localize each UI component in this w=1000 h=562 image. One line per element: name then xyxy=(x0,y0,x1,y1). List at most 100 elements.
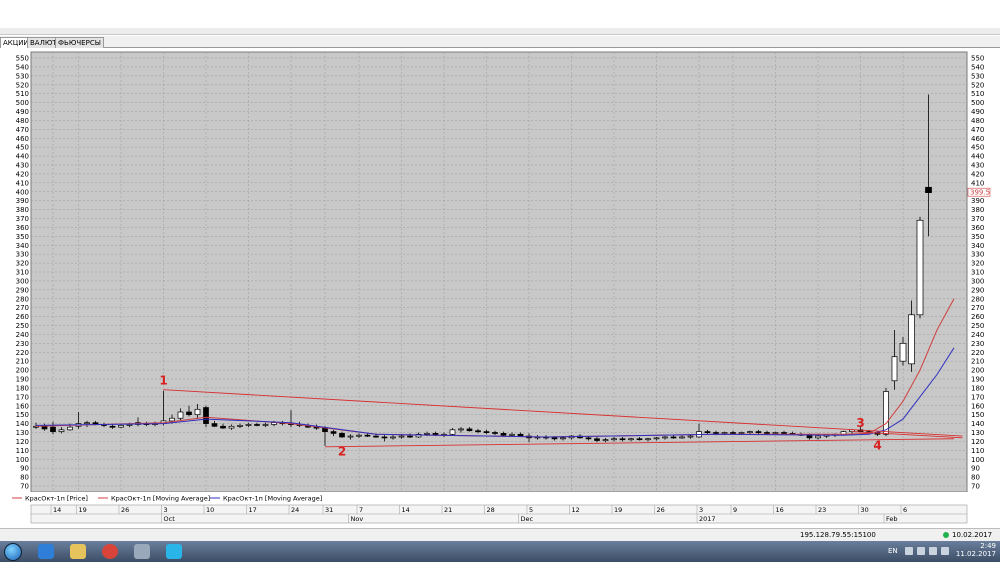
candle-body xyxy=(670,436,677,439)
x-day-label: 14 xyxy=(402,506,410,514)
tab-bar: АКЦИИ ВАЛЮТА ФЬЮЧЕРСЫ xyxy=(0,36,1000,48)
x-month-label: Nov xyxy=(351,515,364,523)
candle-body xyxy=(373,435,379,438)
candle-body xyxy=(118,425,124,428)
x-day-label: 23 xyxy=(818,506,826,514)
candle-body xyxy=(925,186,932,193)
y-tick-label: 200 xyxy=(16,367,29,375)
chrome-icon[interactable] xyxy=(102,544,118,559)
candle-body xyxy=(662,436,668,439)
tray-icon-2[interactable] xyxy=(917,547,925,555)
tray-icon-1[interactable] xyxy=(905,547,913,555)
y-tick-label: 130 xyxy=(971,429,984,437)
candlestick-chart[interactable]: 7080901001101201301401501601701801902002… xyxy=(0,48,1000,526)
x-month-label: Dec xyxy=(521,515,534,523)
y-tick-label: 140 xyxy=(16,420,29,428)
candle-body xyxy=(245,424,252,426)
candle-body xyxy=(228,425,235,429)
candle-body xyxy=(458,428,464,431)
candle-body xyxy=(330,431,337,434)
candle-body xyxy=(764,432,770,434)
app-icon[interactable] xyxy=(134,544,150,559)
y-tick-label: 130 xyxy=(16,429,29,437)
y-tick-label: 430 xyxy=(16,162,29,170)
candle-body xyxy=(721,432,728,434)
y-tick-label: 260 xyxy=(971,313,984,321)
annotation-label: 2 xyxy=(338,445,346,459)
y-tick-label: 100 xyxy=(16,456,29,464)
candle-body xyxy=(483,431,490,433)
candle-body xyxy=(585,437,592,440)
y-tick-label: 200 xyxy=(971,367,984,375)
x-day-label: 19 xyxy=(79,506,87,514)
candle-body xyxy=(755,431,762,433)
x-day-label: 10 xyxy=(206,506,214,514)
clock-time: 2:49 xyxy=(980,542,996,550)
language-indicator[interactable]: EN xyxy=(888,547,898,555)
y-tick-label: 220 xyxy=(971,349,984,357)
candle-body xyxy=(713,432,719,434)
start-button[interactable] xyxy=(4,543,22,561)
y-tick-label: 90 xyxy=(20,465,29,473)
ie-icon[interactable] xyxy=(38,544,54,559)
legend-label: КрасОкт-1п [Moving Average] xyxy=(111,495,210,503)
status-date: 10.02.2017 xyxy=(943,530,992,541)
network-icon[interactable] xyxy=(929,547,937,555)
candle-body xyxy=(220,425,226,429)
y-tick-label: 510 xyxy=(16,90,29,98)
legend: КрасОкт-1п [Price] КрасОкт-1п [Moving Ave… xyxy=(0,492,1000,503)
candle-body xyxy=(407,435,413,438)
y-tick-label: 400 xyxy=(16,188,29,196)
candle-body xyxy=(619,438,626,441)
toolbar-strip xyxy=(0,28,1000,34)
clock[interactable]: 2:49 11.02.2017 xyxy=(956,542,996,558)
y-tick-label: 530 xyxy=(16,72,29,80)
y-tick-label: 380 xyxy=(16,206,29,214)
candle-body xyxy=(772,432,779,434)
candle-body xyxy=(177,411,184,419)
y-tick-label: 420 xyxy=(971,170,984,178)
y-tick-label: 210 xyxy=(16,358,29,366)
candle-body xyxy=(679,436,685,439)
y-tick-label: 480 xyxy=(971,117,984,125)
x-day-label: 26 xyxy=(657,506,665,514)
candle-body xyxy=(364,434,371,437)
y-tick-label: 190 xyxy=(971,376,984,384)
y-tick-label: 330 xyxy=(16,251,29,259)
x-month-label: Oct xyxy=(164,515,176,523)
y-tick-label: 520 xyxy=(16,81,29,89)
candle-body xyxy=(424,433,430,435)
y-tick-label: 470 xyxy=(16,126,29,134)
y-tick-label: 510 xyxy=(971,90,984,98)
x-month-label: 2017 xyxy=(699,515,716,523)
volume-icon[interactable] xyxy=(941,547,949,555)
candle-body xyxy=(899,342,907,362)
x-day-label: 30 xyxy=(861,506,869,514)
y-tick-label: 320 xyxy=(971,260,984,268)
trading-app-icon[interactable] xyxy=(166,544,182,559)
candle-body xyxy=(41,425,48,430)
x-day-label: 5 xyxy=(529,506,533,514)
y-tick-label: 450 xyxy=(16,144,29,152)
y-tick-label: 250 xyxy=(16,322,29,330)
tab-futures[interactable]: ФЬЮЧЕРСЫ xyxy=(55,37,104,48)
y-tick-label: 180 xyxy=(971,384,984,392)
y-tick-label: 230 xyxy=(971,340,984,348)
explorer-icon[interactable] xyxy=(70,544,86,559)
y-tick-label: 100 xyxy=(971,456,984,464)
y-tick-label: 550 xyxy=(16,55,29,63)
y-tick-label: 80 xyxy=(20,474,29,482)
y-tick-label: 170 xyxy=(16,393,29,401)
candle-body xyxy=(211,423,218,427)
candle-body xyxy=(381,436,388,439)
candle-body xyxy=(398,435,405,438)
x-day-label: 7 xyxy=(359,506,363,514)
x-day-label: 24 xyxy=(291,506,299,514)
y-tick-label: 240 xyxy=(16,331,29,339)
candle-body xyxy=(237,425,243,427)
legend-label: КрасОкт-1п [Moving Average] xyxy=(223,495,322,503)
y-tick-label: 390 xyxy=(971,197,984,205)
x-day-label: 16 xyxy=(776,506,784,514)
candle-body xyxy=(390,436,396,439)
candle-body xyxy=(611,438,617,441)
